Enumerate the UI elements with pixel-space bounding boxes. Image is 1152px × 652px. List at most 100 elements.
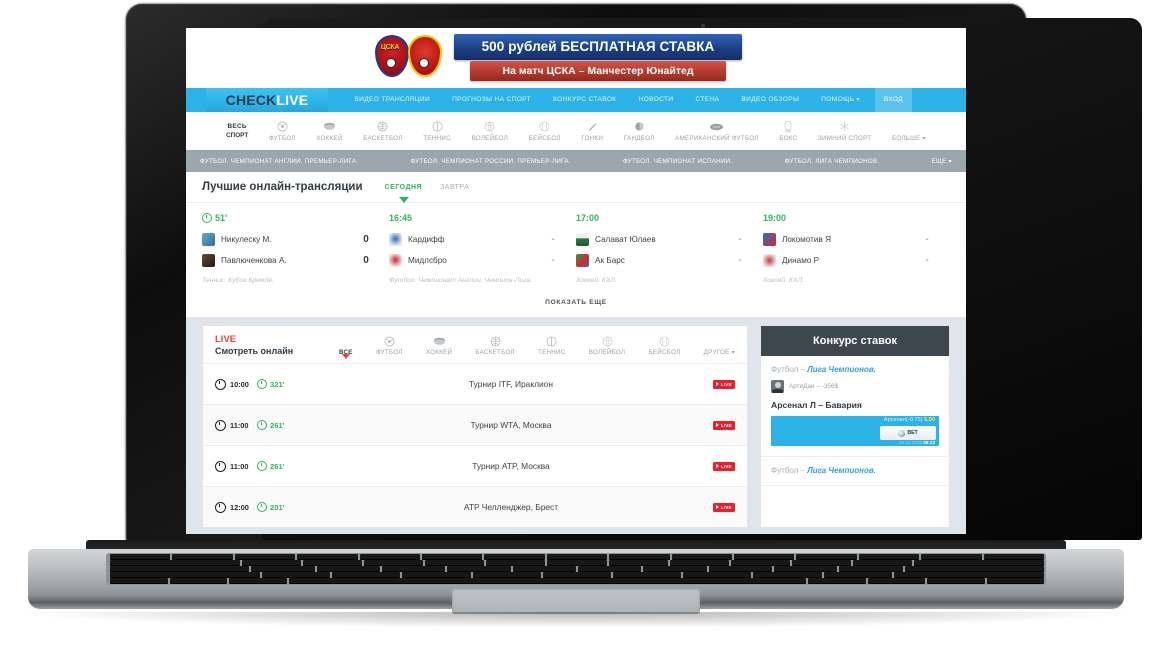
clock-icon	[202, 213, 212, 223]
team-logo-icon	[576, 233, 589, 246]
sport-tennis[interactable]: ТЕННИС	[423, 120, 451, 142]
live-row[interactable]: 11:00 261' Турнир WTA, Москва LIVE	[203, 404, 747, 445]
football-icon	[384, 335, 395, 347]
menu-item-reviews[interactable]: ВИДЕО ОБЗОРЫ	[730, 88, 810, 112]
sport-boxing[interactable]: БОКС	[779, 120, 797, 142]
lower-section: LIVE Смотреть онлайн ВСЕ ФУТБОЛ ХОККЕЙ Б…	[186, 317, 966, 534]
live-tab-other[interactable]: ДРУГОЕ ▾	[704, 335, 735, 356]
best-broadcasts-header: Лучшие онлайн-трансляции СЕГОДНЯ ЗАВТРА	[186, 172, 966, 203]
live-tab-hockey[interactable]: ХОККЕЙ	[426, 335, 452, 356]
contest-bet-line: Арсенал(-0.75) 5.50	[883, 417, 935, 423]
menu-item-contest[interactable]: КОНКУРС СТАВОК	[542, 88, 627, 112]
trackpad[interactable]	[452, 588, 700, 614]
sport-volleyball-label: ВОЛЕЙБОЛ	[471, 135, 509, 142]
live-badge[interactable]: LIVE	[713, 502, 735, 512]
sport-football-label: ФУТБОЛ	[268, 135, 296, 142]
live-row[interactable]: 10:00 321' Турнир ITF, Ираклион LIVE	[203, 363, 747, 404]
live-tab-football[interactable]: ФУТБОЛ	[376, 335, 403, 356]
league-item-epl[interactable]: ФУТБОЛ. ЧЕМПИОНАТ АНГЛИИ. ПРЕМЬЕР-ЛИГА.	[200, 158, 358, 165]
team-name: Мидлсбро	[408, 256, 447, 265]
match-league: Хоккей. КХЛ.	[763, 277, 805, 284]
sport-handball[interactable]: ГАНДБОЛ	[624, 120, 655, 142]
live-row-time: 10:00	[215, 378, 249, 390]
menu-item-help-label: ПОМОЩЬ	[821, 96, 855, 103]
league-item-rpl[interactable]: ФУТБОЛ. ЧЕМПИОНАТ РОССИИ. ПРЕМЬЕР-ЛИГА.	[410, 158, 570, 165]
menu-item-news[interactable]: НОВОСТИ	[628, 88, 685, 112]
live-tab-tennis[interactable]: ТЕННИС	[538, 335, 566, 356]
sport-more-label: БОЛЬШЕ ▾	[892, 135, 926, 142]
match-league: Теннис. Кубок Кремля.	[202, 277, 274, 284]
cska-crest-label: ЦСКА	[380, 44, 400, 51]
contest-match: Арсенал Л – Бавария	[771, 400, 862, 410]
live-tab-volleyball[interactable]: ВОЛЕЙБОЛ	[589, 335, 626, 356]
sport-more[interactable]: БОЛЬШЕ ▾	[892, 120, 926, 142]
live-tab-all[interactable]: ВСЕ	[339, 335, 353, 359]
keyboard-keys[interactable]	[108, 554, 1045, 584]
sport-racing[interactable]: ГОНКИ	[581, 120, 603, 142]
chevron-down-icon: ▾	[948, 157, 952, 165]
live-filter-tabs: ВСЕ ФУТБОЛ ХОККЕЙ БАСКЕТБОЛ ТЕННИС ВОЛЕЙ…	[333, 335, 735, 359]
match-card[interactable]: 19:00 Локомотив Я - Динамо Р - Хоккей. К…	[763, 213, 950, 284]
live-panel: LIVE Смотреть онлайн ВСЕ ФУТБОЛ ХОККЕЙ Б…	[202, 325, 748, 528]
best-broadcasts-tabs: СЕГОДНЯ ЗАВТРА	[385, 184, 470, 203]
league-more-button[interactable]: ЕЩЕ ▾	[932, 158, 952, 165]
sport-hockey[interactable]: ХОККЕЙ	[316, 120, 342, 142]
team-score: 0	[363, 255, 369, 266]
best-broadcasts-title: Лучшие онлайн-трансляции	[202, 181, 363, 193]
sport-american-football[interactable]: АМЕРИКАНСКИЙ ФУТБОЛ	[675, 120, 759, 142]
league-item-laliga[interactable]: ФУТБОЛ. ЧЕМПИОНАТ ИСПАНИИ.	[623, 158, 732, 165]
sport-football[interactable]: ФУТБОЛ	[269, 120, 296, 142]
live-badge[interactable]: LIVE	[713, 420, 735, 430]
clock-icon	[215, 378, 226, 390]
contest-title: Конкурс ставок	[761, 326, 949, 356]
clock-icon	[215, 460, 226, 472]
live-badge[interactable]: LIVE	[713, 379, 735, 389]
live-tab-basketball[interactable]: БАСКЕТБОЛ	[475, 335, 514, 356]
team-name: Динамо Р	[782, 256, 820, 265]
screenshot-stage: ЦСКА 500 рублей БЕСПЛАТНАЯ СТАВКА На мат…	[0, 0, 1152, 652]
sport-winter[interactable]: ЗИМНИЙ СПОРТ	[818, 120, 871, 142]
menu-item-help[interactable]: ПОМОЩЬ ▾	[810, 88, 871, 112]
live-row[interactable]: 11:00 261' Турнир ATP, Москва LIVE	[203, 445, 747, 486]
site-logo[interactable]: CHECKLIVE	[206, 88, 328, 112]
show-more-button[interactable]: ПОКАЗАТЬ ЕЩЕ	[186, 290, 966, 317]
clock-icon	[257, 502, 267, 512]
clock-icon	[215, 419, 226, 431]
team-name: Никулеску М.	[221, 235, 272, 244]
contest-item[interactable]: Футбол – Лига Чемпионов. АртиДан – -356$…	[761, 356, 949, 457]
tennis-ball-icon	[546, 335, 557, 347]
login-button[interactable]: ВХОД	[874, 88, 912, 112]
sport-basketball[interactable]: БАСКЕТБОЛ	[363, 120, 402, 142]
sport-winter-label: ЗИМНИЙ СПОРТ	[817, 135, 872, 142]
menu-item-forecasts[interactable]: ПРОГНОЗЫ НА СПОРТ	[441, 88, 542, 112]
team-logo-icon	[389, 254, 402, 267]
menu-item-wall[interactable]: СТЕНА	[684, 88, 730, 112]
tab-today[interactable]: СЕГОДНЯ	[385, 184, 423, 203]
match-card[interactable]: 17:00 Салават Юлаев - Ак Барс - Хоккей. …	[576, 213, 763, 284]
promo-banner[interactable]: ЦСКА 500 рублей БЕСПЛАТНАЯ СТАВКА На мат…	[186, 28, 966, 88]
match-card[interactable]: 16:45 Кардифф - Мидлсбро - Футбол. Чемпи…	[389, 213, 576, 284]
best-broadcasts-grid: 51' Никулеску М. 0 Павлюченкова А. 0 Тен…	[186, 203, 966, 290]
live-subtitle: Смотреть онлайн	[215, 346, 294, 356]
laptop-shadow	[10, 612, 1142, 628]
sport-all[interactable]: ВЕСЬ СПОРТ	[226, 123, 248, 140]
league-item-ucl[interactable]: ФУТБОЛ. ЛИГА ЧЕМПИОНОВ.	[785, 158, 880, 165]
contest-item[interactable]: Футбол – Лига Чемпионов.	[761, 457, 949, 486]
live-row[interactable]: 12:00 201' ATP Челленджер, Брест LIVE	[203, 486, 747, 527]
match-row: Салават Юлаев -	[576, 229, 751, 250]
sport-volleyball[interactable]: ВОЛЕЙБОЛ	[472, 120, 509, 142]
contest-bet-bar[interactable]: Арсенал(-0.75) 5.50 BET 20.10.2015 08:22	[771, 416, 939, 446]
team-score: -	[925, 255, 929, 266]
match-card[interactable]: 51' Никулеску М. 0 Павлюченкова А. 0 Тен…	[202, 213, 389, 284]
match-time: 17:00	[576, 213, 600, 223]
contest-username: АртиДан – -356$	[789, 383, 839, 390]
tab-tomorrow[interactable]: ЗАВТРА	[440, 184, 469, 191]
live-tab-other-label: ДРУГОЕ ▾	[703, 349, 735, 356]
menu-item-video[interactable]: ВИДЕО ТРАНСЛЯЦИИ	[343, 88, 441, 112]
team-logo-icon	[763, 254, 776, 267]
live-tab-baseball[interactable]: БЕЙСБОЛ	[648, 335, 680, 356]
sport-baseball[interactable]: БЕЙСБОЛ	[529, 120, 561, 142]
team-score: -	[925, 234, 929, 245]
live-badge[interactable]: LIVE	[713, 461, 735, 471]
top-menu: ВИДЕО ТРАНСЛЯЦИИ ПРОГНОЗЫ НА СПОРТ КОНКУ…	[328, 88, 946, 112]
